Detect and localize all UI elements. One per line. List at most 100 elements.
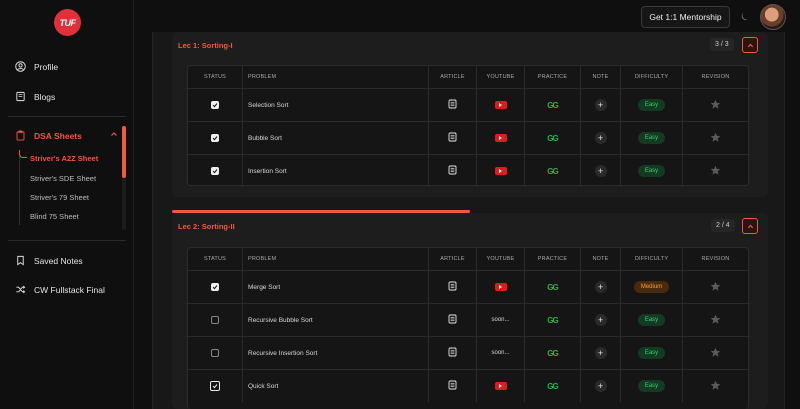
revision-star[interactable]	[710, 281, 721, 294]
sheet-item-79[interactable]: Striver's 79 Sheet	[30, 193, 89, 202]
problem-name[interactable]: Recursive Insertion Sort	[248, 350, 317, 357]
check-icon	[212, 169, 218, 174]
section-title[interactable]: Lec 2: Sorting-II	[178, 222, 235, 231]
sidebar-item-label: Profile	[34, 61, 59, 72]
article-link[interactable]	[448, 281, 457, 293]
column-header-note: NOTE	[580, 248, 620, 270]
article-link[interactable]	[448, 347, 457, 359]
cell-article	[428, 122, 476, 154]
add-note-button[interactable]: +	[594, 380, 607, 392]
avatar[interactable]	[760, 4, 786, 30]
sidebar-item-label: Blogs	[34, 91, 56, 102]
revision-star[interactable]	[710, 132, 721, 145]
revision-star[interactable]	[710, 380, 721, 393]
sidebar-item-cw-fullstack[interactable]: CW Fullstack Final	[15, 284, 105, 295]
table-row: Merge Sort GG + Medium	[188, 270, 748, 303]
sidebar-item-blogs[interactable]: Blogs	[15, 91, 55, 102]
sidebar-item-dsa-sheets[interactable]: DSA Sheets	[15, 130, 82, 141]
add-note-button[interactable]: +	[594, 165, 607, 177]
cell-problem: Selection Sort	[242, 89, 428, 121]
cell-difficulty: Easy	[620, 370, 682, 402]
moon-icon[interactable]	[740, 11, 751, 22]
sheet-item-sde[interactable]: Striver's SDE Sheet	[30, 174, 96, 183]
section-title[interactable]: Lec 1: Sorting-I	[178, 41, 233, 50]
youtube-icon[interactable]	[494, 283, 507, 291]
problem-name[interactable]: Bubble Sort	[248, 135, 282, 142]
table-row: Recursive Insertion Sort soon... GG + Easy	[188, 336, 748, 369]
revision-star[interactable]	[710, 347, 721, 360]
add-note-button[interactable]: +	[594, 132, 607, 144]
gfg-icon[interactable]: GG	[547, 101, 558, 110]
status-checkbox[interactable]	[211, 283, 219, 291]
status-checkbox[interactable]	[211, 167, 219, 175]
check-icon	[212, 384, 218, 389]
add-note-button[interactable]: +	[594, 99, 607, 111]
cell-youtube	[476, 155, 524, 187]
youtube-icon[interactable]	[494, 134, 507, 142]
article-link[interactable]	[448, 380, 457, 392]
sidebar-scroll-thumb[interactable]	[122, 126, 126, 178]
gfg-icon[interactable]: GG	[547, 134, 558, 143]
gfg-icon[interactable]: GG	[547, 316, 558, 325]
gfg-icon[interactable]: GG	[547, 283, 558, 292]
problem-name[interactable]: Merge Sort	[248, 284, 280, 291]
sidebar-item-profile[interactable]: Profile	[15, 61, 58, 72]
article-link[interactable]	[448, 165, 457, 177]
add-note-button[interactable]: +	[594, 314, 607, 326]
gfg-icon[interactable]: GG	[547, 349, 558, 358]
gfg-icon[interactable]: GG	[547, 382, 558, 391]
status-checkbox[interactable]	[211, 316, 219, 324]
mentorship-button[interactable]: Get 1:1 Mentorship	[641, 6, 730, 28]
tuf-logo[interactable]: TUF	[54, 9, 81, 36]
article-link[interactable]	[448, 99, 457, 111]
add-note-button[interactable]: +	[594, 281, 607, 293]
column-header-practice: PRACTICE	[524, 248, 580, 270]
check-icon	[212, 285, 218, 290]
youtube-icon[interactable]	[494, 167, 507, 175]
collapse-button[interactable]	[742, 37, 758, 53]
status-checkbox[interactable]	[210, 381, 220, 391]
cell-status	[188, 337, 242, 369]
star-icon	[710, 347, 721, 357]
cell-status	[188, 155, 242, 187]
sheet-item-blind75[interactable]: Blind 75 Sheet	[30, 212, 79, 221]
cell-problem: Merge Sort	[242, 271, 428, 303]
chevron-up-icon[interactable]	[110, 130, 118, 138]
youtube-soon: soon...	[491, 317, 510, 323]
column-header-revision: REVISION	[682, 66, 748, 88]
article-icon	[448, 165, 457, 175]
cell-difficulty: Easy	[620, 304, 682, 336]
table-row: Recursive Bubble Sort soon... GG + Easy	[188, 303, 748, 336]
cell-revision	[682, 304, 748, 336]
status-checkbox[interactable]	[211, 349, 219, 357]
difficulty-badge: Easy	[637, 132, 666, 144]
collapse-button[interactable]	[742, 218, 758, 234]
youtube-icon[interactable]	[494, 382, 507, 390]
problem-name[interactable]: Insertion Sort	[248, 168, 287, 175]
gfg-icon[interactable]: GG	[547, 167, 558, 176]
sheet-item-a2z[interactable]: Striver's A2Z Sheet	[30, 154, 98, 163]
problem-name[interactable]: Quick Sort	[248, 383, 278, 390]
problem-name[interactable]: Recursive Bubble Sort	[248, 317, 313, 324]
article-icon	[448, 99, 457, 109]
status-checkbox[interactable]	[211, 134, 219, 142]
sidebar-item-label: Saved Notes	[34, 255, 83, 266]
revision-star[interactable]	[710, 314, 721, 327]
cell-note: +	[580, 304, 620, 336]
add-note-button[interactable]: +	[594, 347, 607, 359]
cell-article	[428, 337, 476, 369]
revision-star[interactable]	[710, 165, 721, 178]
check-icon	[212, 103, 218, 108]
column-header-status: STATUS	[203, 256, 227, 262]
youtube-icon[interactable]	[494, 101, 507, 109]
difficulty-badge: Easy	[637, 165, 666, 177]
status-checkbox[interactable]	[211, 101, 219, 109]
revision-star[interactable]	[710, 99, 721, 112]
cell-revision	[682, 155, 748, 187]
problem-name[interactable]: Selection Sort	[248, 102, 288, 109]
star-icon	[710, 281, 721, 291]
article-link[interactable]	[448, 132, 457, 144]
article-link[interactable]	[448, 314, 457, 326]
sidebar-item-saved-notes[interactable]: Saved Notes	[15, 255, 83, 266]
divider	[8, 116, 126, 117]
